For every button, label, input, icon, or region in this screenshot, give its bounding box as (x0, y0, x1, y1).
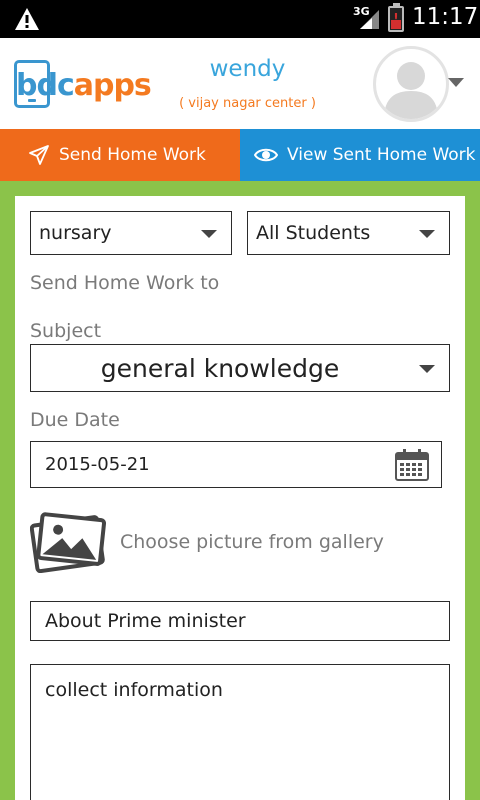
choose-picture-label: Choose picture from gallery (120, 531, 384, 553)
class-select[interactable]: nursary (30, 211, 232, 255)
app-header: bdcapps wendy ( vijay nagar center ) (0, 38, 480, 129)
clock: 11:17 (412, 4, 479, 30)
eye-icon (254, 146, 278, 164)
gallery-icon (30, 512, 106, 573)
homework-form: nursary All Students Send Home Work to S… (15, 196, 465, 800)
due-date-field[interactable]: 2015-05-21 (30, 441, 442, 488)
tab-view-label: View Sent Home Work (287, 145, 476, 165)
subject-select[interactable]: general knowledge (30, 344, 450, 392)
user-placeholder-icon (384, 62, 438, 119)
menu-dropdown-icon[interactable] (448, 78, 464, 87)
paper-plane-icon (28, 144, 50, 166)
chevron-down-icon (419, 230, 435, 238)
tab-send-home-work[interactable]: Send Home Work (0, 129, 240, 181)
calendar-icon[interactable] (395, 449, 429, 481)
subject-label: Subject (30, 320, 102, 342)
signal-icon (360, 10, 379, 29)
user-name: wendy (209, 56, 286, 82)
due-date-label: Due Date (30, 409, 120, 431)
avatar[interactable] (373, 46, 449, 122)
choose-picture-button[interactable]: Choose picture from gallery (30, 510, 450, 574)
warning-icon (15, 8, 39, 30)
students-select[interactable]: All Students (247, 211, 450, 255)
bdcapps-logo: bdcapps (14, 60, 152, 108)
homework-title-input[interactable]: About Prime minister (30, 601, 450, 641)
tab-bar: Send Home Work View Sent Home Work (0, 129, 480, 181)
center-name: ( vijay nagar center ) (179, 96, 316, 111)
tab-send-label: Send Home Work (59, 145, 206, 165)
tab-view-sent-home-work[interactable]: View Sent Home Work (240, 129, 480, 181)
chevron-down-icon (201, 230, 217, 238)
homework-description-textarea[interactable]: collect information (30, 664, 450, 800)
status-bar: 3G ! 11:17 (0, 0, 480, 38)
chevron-down-icon (419, 365, 435, 373)
send-to-label: Send Home Work to (30, 272, 220, 294)
battery-icon: ! (388, 3, 404, 32)
